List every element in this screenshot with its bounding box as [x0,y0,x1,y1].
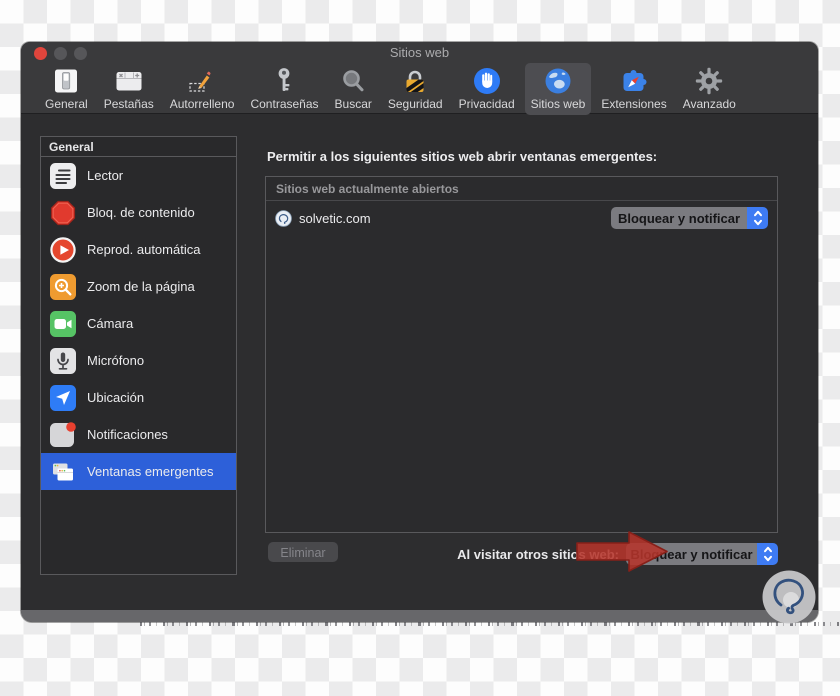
tab-label: Autorrelleno [170,97,235,111]
sidebar-item-label: Ventanas emergentes [87,464,213,479]
puzzle-extension-icon [619,66,649,96]
window-titlebar[interactable]: Sitios web [21,42,818,62]
tab-general[interactable]: General [39,63,94,115]
camera-icon [50,311,76,337]
sidebar-item-ubicacion[interactable]: Ubicación [41,379,236,416]
sidebar-item-notificaciones[interactable]: Notificaciones [41,416,236,453]
tab-pestanas[interactable]: Pestañas [98,63,160,115]
tab-label: Sitios web [531,97,586,111]
site-policy-dropdown[interactable]: Bloquear y notificar [611,207,768,229]
tab-extensiones[interactable]: Extensiones [595,63,672,115]
tab-label: General [45,97,88,111]
sidebar-item-zoom-pagina[interactable]: Zoom de la página [41,268,236,305]
reader-icon [50,163,76,189]
sidebar-item-label: Notificaciones [87,427,168,442]
pencil-autofill-icon [187,66,217,96]
stepper-chevrons-icon [747,207,768,229]
tab-label: Buscar [335,97,372,111]
sidebar-item-label: Reprod. automática [87,242,200,257]
tab-avanzado[interactable]: Avanzado [677,63,742,115]
sidebar: General Lector Bloq. de contenido Repr [40,136,237,575]
tab-label: Pestañas [104,97,154,111]
globe-icon [543,66,573,96]
safari-preferences-window: Sitios web General Pestaña [21,42,818,622]
tab-privacidad[interactable]: Privacidad [453,63,521,115]
tabs-window-icon [114,66,144,96]
hand-privacy-icon [472,66,502,96]
tab-autorrelleno[interactable]: Autorrelleno [164,63,241,115]
autoplay-icon [50,237,76,263]
stepper-chevrons-icon [757,543,778,565]
window-chrome: Sitios web General Pestaña [21,42,818,114]
popup-windows-icon [50,459,76,485]
sidebar-item-label: Lector [87,168,123,183]
location-arrow-icon [50,385,76,411]
sidebar-item-reprod-automatica[interactable]: Reprod. automática [41,231,236,268]
content-blocker-icon [50,200,76,226]
website-domain: solvetic.com [299,211,611,226]
sidebar-item-label: Ubicación [87,390,144,405]
sidebar-item-label: Zoom de la página [87,279,195,294]
tab-label: Privacidad [459,97,515,111]
sidebar-item-ventanas-emergentes[interactable]: Ventanas emergentes [41,453,236,490]
key-icon [269,66,299,96]
light-switch-icon [51,66,81,96]
gear-icon [694,66,724,96]
magnifier-icon [338,66,368,96]
padlock-icon [400,66,430,96]
notifications-icon [50,422,76,448]
tab-label: Avanzado [683,97,736,111]
sidebar-item-bloq-contenido[interactable]: Bloq. de contenido [41,194,236,231]
page-zoom-icon [50,274,76,300]
remove-button[interactable]: Eliminar [268,542,338,562]
listbox-header: Sitios web actualmente abiertos [266,177,777,201]
website-row[interactable]: solvetic.com Bloquear y notificar [266,201,777,235]
sidebar-item-label: Micrófono [87,353,144,368]
tab-seguridad[interactable]: Seguridad [382,63,449,115]
compression-artifact-strip [140,621,840,629]
sidebar-header: General [41,137,236,157]
tab-label: Contraseñas [250,97,318,111]
open-websites-listbox: Sitios web actualmente abiertos solvetic… [265,176,778,533]
sidebar-item-lector[interactable]: Lector [41,157,236,194]
popup-instruction-label: Permitir a los siguientes sitios web abr… [267,149,657,164]
sidebar-item-label: Cámara [87,316,133,331]
solvetic-bulb-favicon [275,210,292,227]
tab-buscar[interactable]: Buscar [329,63,378,115]
preferences-toolbar: General Pestañas [21,62,818,113]
sidebar-item-microfono[interactable]: Micrófono [41,342,236,379]
sidebar-item-camara[interactable]: Cámara [41,305,236,342]
tab-label: Extensiones [601,97,666,111]
tab-contrasenas[interactable]: Contraseñas [244,63,324,115]
solvetic-bulb-logo [761,569,817,625]
microphone-icon [50,348,76,374]
tab-label: Seguridad [388,97,443,111]
tab-sitios-web[interactable]: Sitios web [525,63,592,115]
dropdown-value: Bloquear y notificar [611,207,747,229]
annotation-arrow-icon [576,529,670,574]
window-title: Sitios web [21,45,818,60]
sidebar-item-label: Bloq. de contenido [87,205,195,220]
